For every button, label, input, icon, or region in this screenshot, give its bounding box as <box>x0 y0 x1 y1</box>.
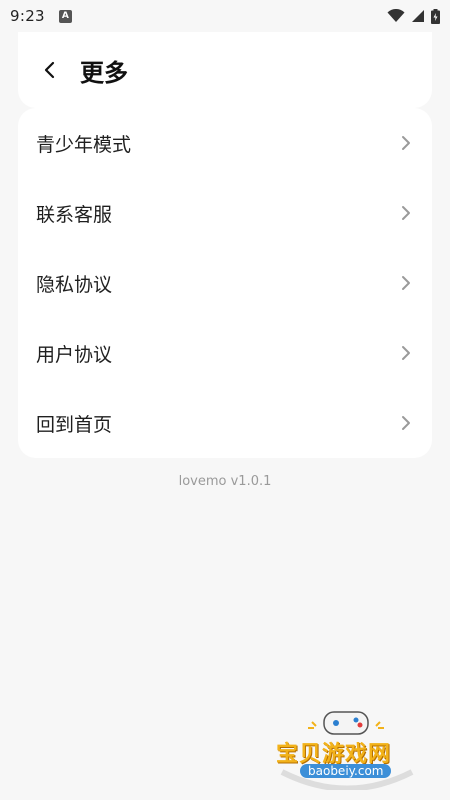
battery-icon <box>431 8 440 24</box>
page-title: 更多 <box>80 58 128 87</box>
signal-icon <box>412 10 424 22</box>
chevron-right-icon <box>398 204 414 222</box>
version-text: lovemo v1.0.1 <box>178 474 272 489</box>
menu-item-label: 回到首页 <box>36 413 113 436</box>
chevron-right-icon <box>398 134 414 152</box>
menu-item-label: 联系客服 <box>36 203 113 226</box>
chevron-right-icon <box>398 274 414 292</box>
chevron-left-icon <box>44 61 55 79</box>
status-bar: 9:23 A <box>0 0 450 32</box>
menu-item-privacy-policy[interactable]: 隐私协议 <box>18 248 432 318</box>
back-button[interactable] <box>38 58 62 82</box>
chevron-right-icon <box>398 414 414 432</box>
screen: 9:23 A 更多 青少年模式 联系客服 隐私协议 用户协议 回到首页 love… <box>0 0 450 800</box>
menu-list: 青少年模式 联系客服 隐私协议 用户协议 回到首页 <box>18 108 432 458</box>
status-time: 9:23 <box>10 7 45 25</box>
watermark-logo: 宝贝游戏网 baobeiy.com <box>272 710 422 790</box>
menu-item-label: 用户协议 <box>36 343 113 366</box>
menu-item-back-home[interactable]: 回到首页 <box>18 388 432 458</box>
watermark-url: baobeiy.com <box>300 764 392 778</box>
menu-item-contact-service[interactable]: 联系客服 <box>18 178 432 248</box>
header: 更多 <box>18 32 432 108</box>
menu-item-youth-mode[interactable]: 青少年模式 <box>18 108 432 178</box>
menu-item-user-agreement[interactable]: 用户协议 <box>18 318 432 388</box>
menu-item-label: 青少年模式 <box>36 133 132 156</box>
app-notification-icon: A <box>58 9 72 23</box>
chevron-right-icon <box>398 344 414 362</box>
wifi-icon <box>387 9 405 22</box>
status-icons <box>387 8 440 24</box>
menu-item-label: 隐私协议 <box>36 273 113 296</box>
